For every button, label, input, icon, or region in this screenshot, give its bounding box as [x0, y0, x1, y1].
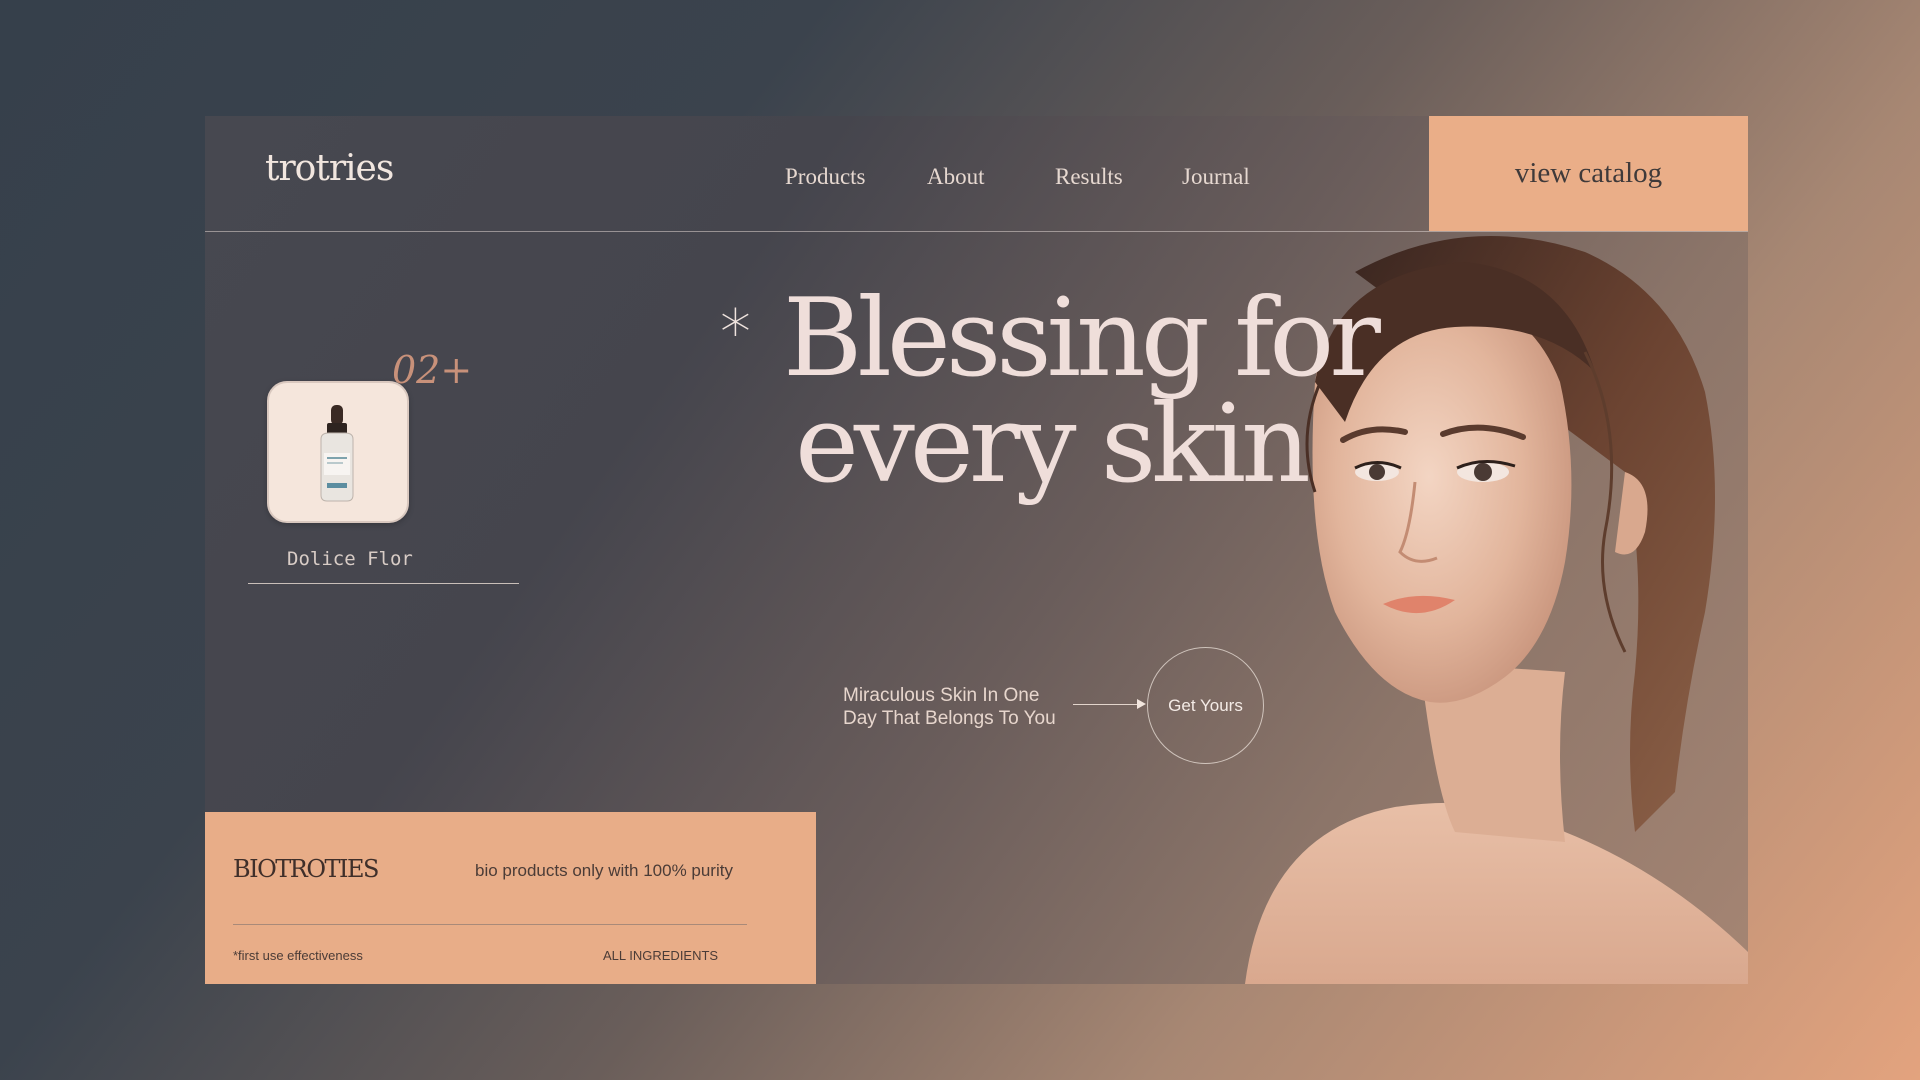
- promo-panel: BIOTROTIES bio products only with 100% p…: [205, 812, 816, 984]
- product-divider: [248, 583, 519, 584]
- nav-about[interactable]: About: [927, 164, 985, 190]
- nav-journal[interactable]: Journal: [1182, 164, 1250, 190]
- hero-headline: Blessing for every skin: [783, 285, 1381, 507]
- decorative-asterisk: *: [720, 296, 751, 369]
- product-tile[interactable]: [267, 381, 409, 523]
- view-catalog-button[interactable]: view catalog: [1429, 116, 1748, 231]
- get-yours-button[interactable]: Get Yours: [1147, 647, 1264, 764]
- hero-tagline: Miraculous Skin In One Day That Belongs …: [843, 684, 1056, 730]
- promo-brand: BIOTROTIES: [233, 855, 380, 883]
- headline-line-2: every skin: [795, 382, 1311, 507]
- arrow-right-icon: [1137, 699, 1146, 709]
- view-catalog-label: view catalog: [1514, 157, 1663, 189]
- nav-products[interactable]: Products: [785, 164, 866, 190]
- site-header: trotries Products About Results Journal …: [205, 116, 1748, 232]
- promo-divider: [233, 924, 747, 925]
- landing-card: trotries Products About Results Journal …: [205, 116, 1748, 984]
- serum-dropper-bottle-icon: [320, 405, 354, 502]
- promo-description: bio products only with 100% purity: [475, 861, 733, 880]
- product-name[interactable]: Dolice Flor: [287, 548, 413, 570]
- arrow-line: [1073, 704, 1143, 705]
- tagline-line-1: Miraculous Skin In One: [843, 685, 1040, 706]
- all-ingredients-link[interactable]: ALL INGREDIENTS: [603, 948, 718, 963]
- promo-footnote: *first use effectiveness: [233, 948, 363, 963]
- get-yours-label: Get Yours: [1168, 695, 1243, 715]
- brand-logo[interactable]: trotries: [265, 148, 394, 189]
- tagline-line-2: Day That Belongs To You: [843, 708, 1056, 729]
- nav-results[interactable]: Results: [1055, 164, 1123, 190]
